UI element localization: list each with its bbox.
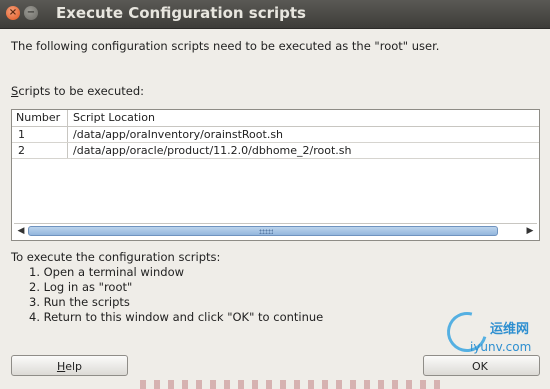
- description-text: The following configuration scripts need…: [11, 39, 440, 53]
- row-number: 1: [18, 128, 25, 141]
- grip-icon: [259, 229, 273, 234]
- help-mnemonic: H: [56, 360, 66, 373]
- background-strip: [140, 380, 440, 389]
- minimize-window-icon[interactable]: −: [24, 6, 38, 20]
- instruction-step: 3. Run the scripts: [29, 295, 130, 309]
- scripts-label-rest: cripts to be executed:: [18, 84, 145, 98]
- row-script-location: /data/app/oracle/product/11.2.0/dbhome_2…: [73, 144, 352, 157]
- help-label-rest: elp: [65, 360, 83, 373]
- horizontal-scrollbar[interactable]: ◀ ▶: [14, 223, 537, 238]
- table-row[interactable]: 1 /data/app/oraInventory/orainstRoot.sh: [12, 127, 539, 143]
- scroll-left-icon[interactable]: ◀: [15, 225, 27, 237]
- column-header-number[interactable]: Number: [16, 110, 60, 126]
- watermark-subtext: iyunv.com: [470, 340, 532, 354]
- instruction-step: 2. Log in as "root": [29, 280, 133, 294]
- close-window-icon[interactable]: ×: [6, 6, 20, 20]
- help-button[interactable]: Help: [11, 355, 128, 376]
- ok-button[interactable]: OK: [423, 355, 540, 376]
- instructions-heading: To execute the configuration scripts:: [11, 250, 221, 264]
- instruction-step: 1. Open a terminal window: [29, 265, 185, 279]
- row-script-location: /data/app/oraInventory/orainstRoot.sh: [73, 128, 284, 141]
- row-number: 2: [18, 144, 25, 157]
- scroll-right-icon[interactable]: ▶: [524, 225, 536, 237]
- title-bar: × − Execute Configuration scripts: [0, 0, 550, 29]
- scroll-track[interactable]: [28, 226, 523, 236]
- watermark-text: 运维网: [490, 322, 530, 337]
- scripts-label: Scripts to be executed:: [11, 84, 144, 98]
- table-row[interactable]: 2 /data/app/oracle/product/11.2.0/dbhome…: [12, 143, 539, 159]
- table-header: Number Script Location: [12, 110, 539, 127]
- scripts-table[interactable]: Number Script Location 1 /data/app/oraIn…: [11, 109, 540, 241]
- window-title: Execute Configuration scripts: [56, 4, 306, 22]
- scroll-thumb[interactable]: [28, 226, 498, 236]
- column-header-script-location[interactable]: Script Location: [73, 110, 155, 126]
- instruction-step: 4. Return to this window and click "OK" …: [29, 310, 324, 324]
